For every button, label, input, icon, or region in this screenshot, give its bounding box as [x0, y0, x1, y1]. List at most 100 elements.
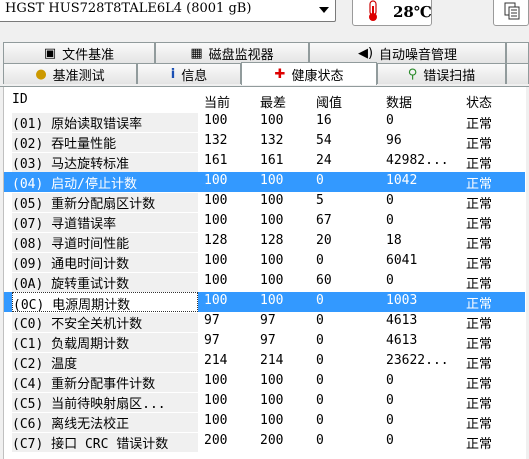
- table-row[interactable]: (C1) 负载周期计数 97 97 0 4613 正常: [4, 332, 525, 352]
- table-row[interactable]: (C7) 接口 CRC 错误计数 200 200 0 0 正常: [4, 432, 525, 452]
- header-worst[interactable]: 最差: [260, 92, 286, 111]
- cell-data: 0: [386, 213, 394, 228]
- cell-data: 96: [386, 133, 402, 148]
- table-row[interactable]: (01) 原始读取错误率 100 100 16 0 正常: [4, 112, 525, 132]
- tab-label: 健康状态: [291, 68, 344, 84]
- cell-worst: 100: [260, 113, 284, 128]
- table-row[interactable]: (C6) 离线无法校正 100 100 0 0 正常: [4, 412, 525, 432]
- header-id[interactable]: ID: [12, 92, 28, 107]
- header-current[interactable]: 当前: [204, 92, 230, 111]
- chevron-down-icon[interactable]: [319, 7, 329, 13]
- cell-current: 128: [204, 233, 228, 248]
- cell-worst: 128: [260, 233, 284, 248]
- tab-label: 基准测试: [52, 68, 105, 84]
- table-row[interactable]: (C5) 当前待映射扇区... 100 100 0 0 正常: [4, 392, 525, 412]
- cell-threshold: 60: [316, 273, 332, 288]
- cell-current: 214: [204, 353, 228, 368]
- table-header: ID 当前 最差 阈值 数据 状态: [4, 87, 525, 112]
- lightbulb-icon: ●: [35, 66, 47, 82]
- cell-threshold: 0: [316, 353, 324, 368]
- cell-worst: 100: [260, 253, 284, 268]
- cell-status: 正常: [466, 177, 493, 192]
- cell-data: 4613: [386, 333, 418, 348]
- table-row[interactable]: (03) 马达旋转标准 161 161 24 42982... 正常: [4, 152, 525, 172]
- cell-id: (C0) 不安全关机计数: [12, 313, 198, 332]
- cell-data: 0: [386, 413, 394, 428]
- cell-worst: 100: [260, 373, 284, 388]
- table-row[interactable]: (05) 重新分配扇区计数 100 100 5 0 正常: [4, 192, 525, 212]
- speaker-icon: ◀): [357, 45, 374, 61]
- tab-label: 自动噪音管理: [379, 47, 458, 63]
- cell-id: (C6) 离线无法校正: [12, 413, 198, 432]
- tab-label: 信息: [181, 68, 208, 84]
- cell-current: 100: [204, 293, 228, 308]
- cell-current: 100: [204, 373, 228, 388]
- cell-data: 0: [386, 373, 394, 388]
- table-row[interactable]: (04) 启动/停止计数 100 100 0 1042 正常: [4, 172, 525, 192]
- cell-worst: 100: [260, 193, 284, 208]
- cell-threshold: 5: [316, 193, 324, 208]
- cell-threshold: 0: [316, 413, 324, 428]
- cell-status: 正常: [466, 357, 493, 372]
- copy-icon: [504, 2, 520, 20]
- cell-status: 正常: [466, 297, 493, 312]
- cell-threshold: 0: [316, 253, 324, 268]
- cell-worst: 100: [260, 293, 284, 308]
- table-row[interactable]: (07) 寻道错误率 100 100 67 0 正常: [4, 212, 525, 232]
- tab-error-scan[interactable]: ⚲ 错误扫描: [377, 63, 506, 84]
- tab-health[interactable]: ✚ 健康状态: [241, 62, 377, 85]
- cell-id: (C4) 重新分配事件计数: [12, 373, 198, 392]
- cell-worst: 161: [260, 153, 284, 168]
- cell-status: 正常: [466, 197, 493, 212]
- cell-data: 0: [386, 193, 394, 208]
- copy-button[interactable]: [493, 0, 529, 26]
- toolbar: HGST HUS728T8TALE6L4 (8001 gB) 28℃: [0, 0, 529, 40]
- cell-current: 132: [204, 133, 228, 148]
- disk-monitor-icon: ▦: [190, 45, 203, 61]
- cell-status: 正常: [466, 217, 493, 232]
- header-threshold[interactable]: 阈值: [316, 92, 342, 111]
- cell-current: 200: [204, 433, 228, 448]
- cell-current: 100: [204, 193, 228, 208]
- header-status[interactable]: 状态: [466, 92, 492, 111]
- cell-id: (07) 寻道错误率: [12, 213, 198, 232]
- table-row[interactable]: (02) 吞吐量性能 132 132 54 96 正常: [4, 132, 525, 152]
- cell-threshold: 24: [316, 153, 332, 168]
- info-icon: i: [170, 66, 176, 82]
- tab-more-2[interactable]: [506, 63, 529, 84]
- cell-status: 正常: [466, 237, 493, 252]
- tab-disk-monitor[interactable]: ▦ 磁盘监视器: [155, 42, 309, 63]
- table-row[interactable]: (0C) 电源周期计数 100 100 0 1003 正常: [4, 292, 525, 313]
- cell-status: 正常: [466, 337, 493, 352]
- header-data[interactable]: 数据: [386, 92, 412, 111]
- table-row[interactable]: (C0) 不安全关机计数 97 97 0 4613 正常: [4, 312, 525, 332]
- tab-info[interactable]: i 信息: [137, 63, 241, 84]
- table-row[interactable]: (09) 通电时间计数 100 100 0 6041 正常: [4, 252, 525, 272]
- cell-worst: 97: [260, 313, 276, 328]
- tab-file-benchmark[interactable]: ▣ 文件基准: [3, 42, 155, 63]
- cell-id: (01) 原始读取错误率: [12, 113, 198, 132]
- cell-current: 100: [204, 273, 228, 288]
- tab-more[interactable]: [506, 42, 529, 63]
- cell-threshold: 0: [316, 373, 324, 388]
- drive-select[interactable]: HGST HUS728T8TALE6L4 (8001 gB): [0, 0, 336, 22]
- cell-status: 正常: [466, 397, 493, 412]
- cell-current: 100: [204, 253, 228, 268]
- table-row[interactable]: (C4) 重新分配事件计数 100 100 0 0 正常: [4, 372, 525, 392]
- cell-threshold: 54: [316, 133, 332, 148]
- tab-noise-management[interactable]: ◀) 自动噪音管理: [309, 42, 506, 63]
- cell-id: (03) 马达旋转标准: [12, 153, 198, 172]
- tab-benchmark[interactable]: ● 基准测试: [3, 63, 137, 84]
- table-row[interactable]: (C2) 温度 214 214 0 23622... 正常: [4, 352, 525, 372]
- cell-id: (04) 启动/停止计数: [12, 173, 198, 192]
- cell-worst: 100: [260, 413, 284, 428]
- table-row[interactable]: (08) 寻道时间性能 128 128 20 18 正常: [4, 232, 525, 252]
- cell-data: 42982...: [386, 153, 449, 168]
- cell-current: 100: [204, 113, 228, 128]
- cell-threshold: 67: [316, 213, 332, 228]
- cell-current: 97: [204, 333, 220, 348]
- tab-label: 磁盘监视器: [208, 47, 274, 63]
- cell-current: 100: [204, 173, 228, 188]
- table-row[interactable]: (0A) 旋转重试计数 100 100 60 0 正常: [4, 272, 525, 292]
- cell-threshold: 20: [316, 233, 332, 248]
